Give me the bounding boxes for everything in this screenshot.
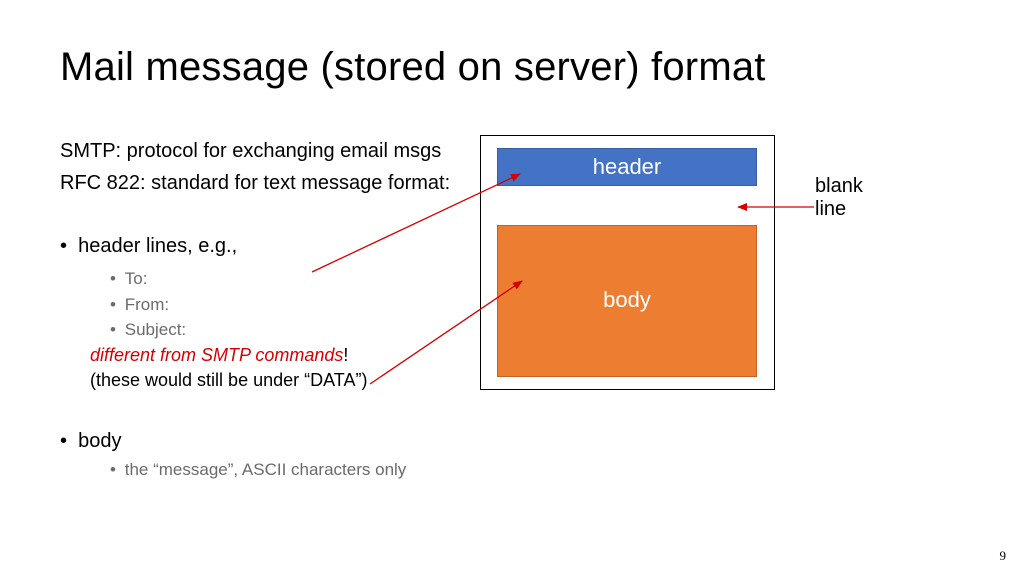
slide-title: Mail message (stored on server) format [60,45,766,90]
bullet-dot: • [60,430,67,452]
sub-body-text: the “message”, ASCII characters only [125,460,407,479]
exclamation: ! [343,345,348,365]
bullet-dot: • [110,292,120,318]
note-under-data: (these would still be under “DATA”) [90,370,367,391]
bullet-dot: • [110,266,120,292]
body-block: body [497,225,757,377]
sub-bullets-header: • To: • From: • Subject: [110,266,186,343]
bullet-body: • body [60,430,122,453]
page-number: 9 [1000,548,1007,564]
blank-line-label: blank line [815,175,863,221]
sub-to: To: [125,269,148,288]
emphasis-different: different from SMTP commands! [90,345,348,366]
text-smtp: SMTP: protocol for exchanging email msgs [60,140,441,163]
bullet-dot: • [110,317,120,343]
bullet-header-lines: • header lines, e.g., [60,235,237,258]
header-block: header [497,148,757,186]
sub-body-desc: • the “message”, ASCII characters only [110,460,406,480]
slide: Mail message (stored on server) format S… [0,0,1024,576]
sub-subject: Subject: [125,320,186,339]
bullet-header-label: header lines, e.g., [78,235,237,257]
text-rfc822: RFC 822: standard for text message forma… [60,172,450,195]
blank-word-2: line [815,198,846,220]
bullet-dot: • [60,235,67,257]
blank-word-1: blank [815,175,863,197]
bullet-body-label: body [78,430,121,452]
emphasis-text: different from SMTP commands [90,345,343,365]
sub-from: From: [125,295,169,314]
bullet-dot: • [110,460,120,480]
